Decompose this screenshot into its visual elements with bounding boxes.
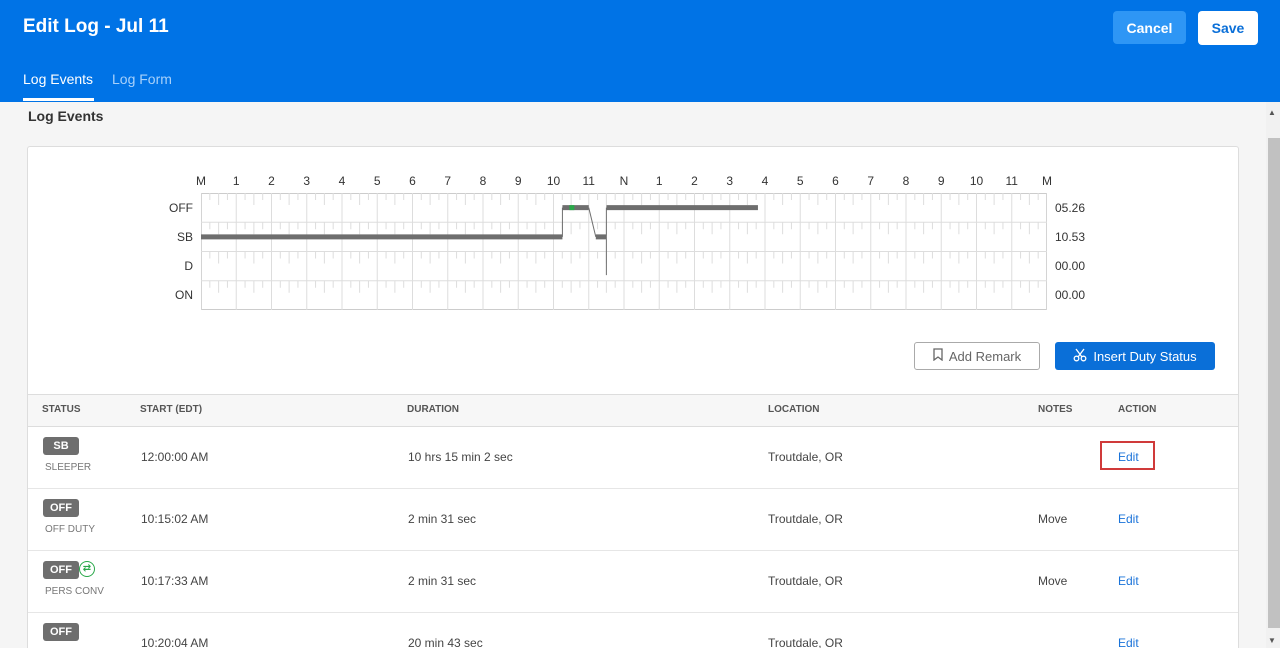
status-badge: OFF: [43, 499, 79, 517]
graph-hour-label: 1: [655, 174, 663, 188]
scroll-up-icon[interactable]: ▲: [1268, 108, 1276, 117]
duration: 2 min 31 sec: [408, 512, 477, 526]
edit-highlight-box: [1100, 441, 1155, 470]
graph-row-label-off: OFF: [169, 201, 193, 215]
graph-hour-label: 8: [479, 174, 487, 188]
graph-total-d: 00.00: [1055, 259, 1086, 273]
graph-hour-label: 3: [303, 174, 311, 188]
app-header: Edit Log - Jul 11 Cancel Save Log Events…: [0, 0, 1280, 102]
graph-hour-label: 9: [937, 174, 945, 188]
tab-log-form[interactable]: Log Form: [112, 71, 172, 87]
table-row: [28, 613, 1238, 648]
graph-hour-label: 10: [969, 174, 984, 188]
page-title: Edit Log - Jul 11: [23, 16, 169, 37]
graph-hour-label: 6: [409, 174, 416, 188]
duration: 10 hrs 15 min 2 sec: [408, 450, 513, 464]
graph-hour-label: 4: [761, 174, 769, 188]
duration: 2 min 31 sec: [408, 574, 477, 588]
save-button[interactable]: Save: [1198, 11, 1258, 45]
duty-status-graph: [201, 193, 1047, 310]
pers-conv-marker: [569, 205, 575, 211]
graph-row-label-on: ON: [175, 288, 193, 302]
notes: Move: [1038, 574, 1068, 588]
graph-total-on: 00.00: [1055, 288, 1086, 302]
graph-hour-label: 10: [546, 174, 561, 188]
graph-row-label-d: D: [184, 259, 193, 273]
col-status: STATUS: [42, 404, 81, 415]
graph-hour-label: 11: [1005, 174, 1018, 188]
status-badge: OFF: [43, 623, 79, 641]
graph-hour-label: M: [1042, 174, 1052, 188]
scissors-icon: [1073, 348, 1087, 365]
add-remark-label: Add Remark: [948, 348, 1022, 364]
location: Troutdale, OR: [768, 512, 843, 526]
graph-hour-label: 5: [796, 174, 804, 188]
graph-hour-label: 3: [726, 174, 734, 188]
section-title: Log Events: [28, 108, 104, 124]
graph-hour-label: 9: [514, 174, 522, 188]
start-time: 10:20:04 AM: [141, 636, 209, 648]
notes: Move: [1038, 512, 1068, 526]
status-text: SLEEPER: [45, 462, 92, 473]
status-text: PERS CONV: [45, 586, 104, 597]
graph-hour-label: 7: [444, 174, 452, 188]
start-time: 12:00:00 AM: [141, 450, 209, 464]
tab-log-events[interactable]: Log Events: [23, 71, 93, 87]
graph-hour-label: 2: [268, 174, 275, 188]
active-tab-indicator: [23, 98, 94, 101]
location: Troutdale, OR: [768, 574, 843, 588]
graph-row-label-sb: SB: [176, 230, 193, 244]
graph-hour-label: 2: [691, 174, 698, 188]
edit-link[interactable]: Edit: [1118, 636, 1139, 648]
col-start: START (EDT): [140, 404, 203, 415]
add-remark-button[interactable]: Add Remark: [914, 342, 1040, 370]
bookmark-icon: [933, 348, 943, 364]
col-notes: NOTES: [1038, 404, 1073, 415]
graph-hour-label: N: [619, 174, 629, 188]
edit-link[interactable]: Edit: [1118, 512, 1139, 526]
graph-total-sb: 10.53: [1055, 230, 1086, 244]
col-duration: DURATION: [407, 404, 460, 415]
graph-hour-label: 7: [867, 174, 875, 188]
col-location: LOCATION: [768, 404, 820, 415]
graph-hour-label: M: [196, 174, 206, 188]
location: Troutdale, OR: [768, 450, 843, 464]
edit-link[interactable]: Edit: [1118, 574, 1139, 588]
scroll-down-icon[interactable]: ▼: [1268, 636, 1276, 645]
graph-total-off: 05.26: [1055, 201, 1086, 215]
location: Troutdale, OR: [768, 636, 843, 648]
graph-hour-label: 6: [832, 174, 839, 188]
graph-hour-label: 5: [373, 174, 381, 188]
start-time: 10:15:02 AM: [141, 512, 209, 526]
col-action: ACTION: [1118, 404, 1157, 415]
scrollbar-thumb[interactable]: [1268, 138, 1280, 628]
graph-hour-label: 1: [232, 174, 240, 188]
start-time: 10:17:33 AM: [141, 574, 209, 588]
cancel-button[interactable]: Cancel: [1113, 11, 1186, 44]
insert-duty-status-label: Insert Duty Status: [1093, 348, 1197, 364]
status-badge: SB: [43, 437, 79, 455]
status-badge: OFF: [43, 561, 79, 579]
table-row: [28, 427, 1238, 489]
graph-hour-label: 11: [582, 174, 595, 188]
personal-conveyance-icon: ⇄: [79, 561, 95, 577]
insert-duty-status-button[interactable]: Insert Duty Status: [1055, 342, 1215, 370]
status-text: OFF DUTY: [45, 524, 95, 535]
graph-hour-label: 8: [902, 174, 910, 188]
duration: 20 min 43 sec: [408, 636, 483, 648]
graph-hour-label: 4: [338, 174, 346, 188]
